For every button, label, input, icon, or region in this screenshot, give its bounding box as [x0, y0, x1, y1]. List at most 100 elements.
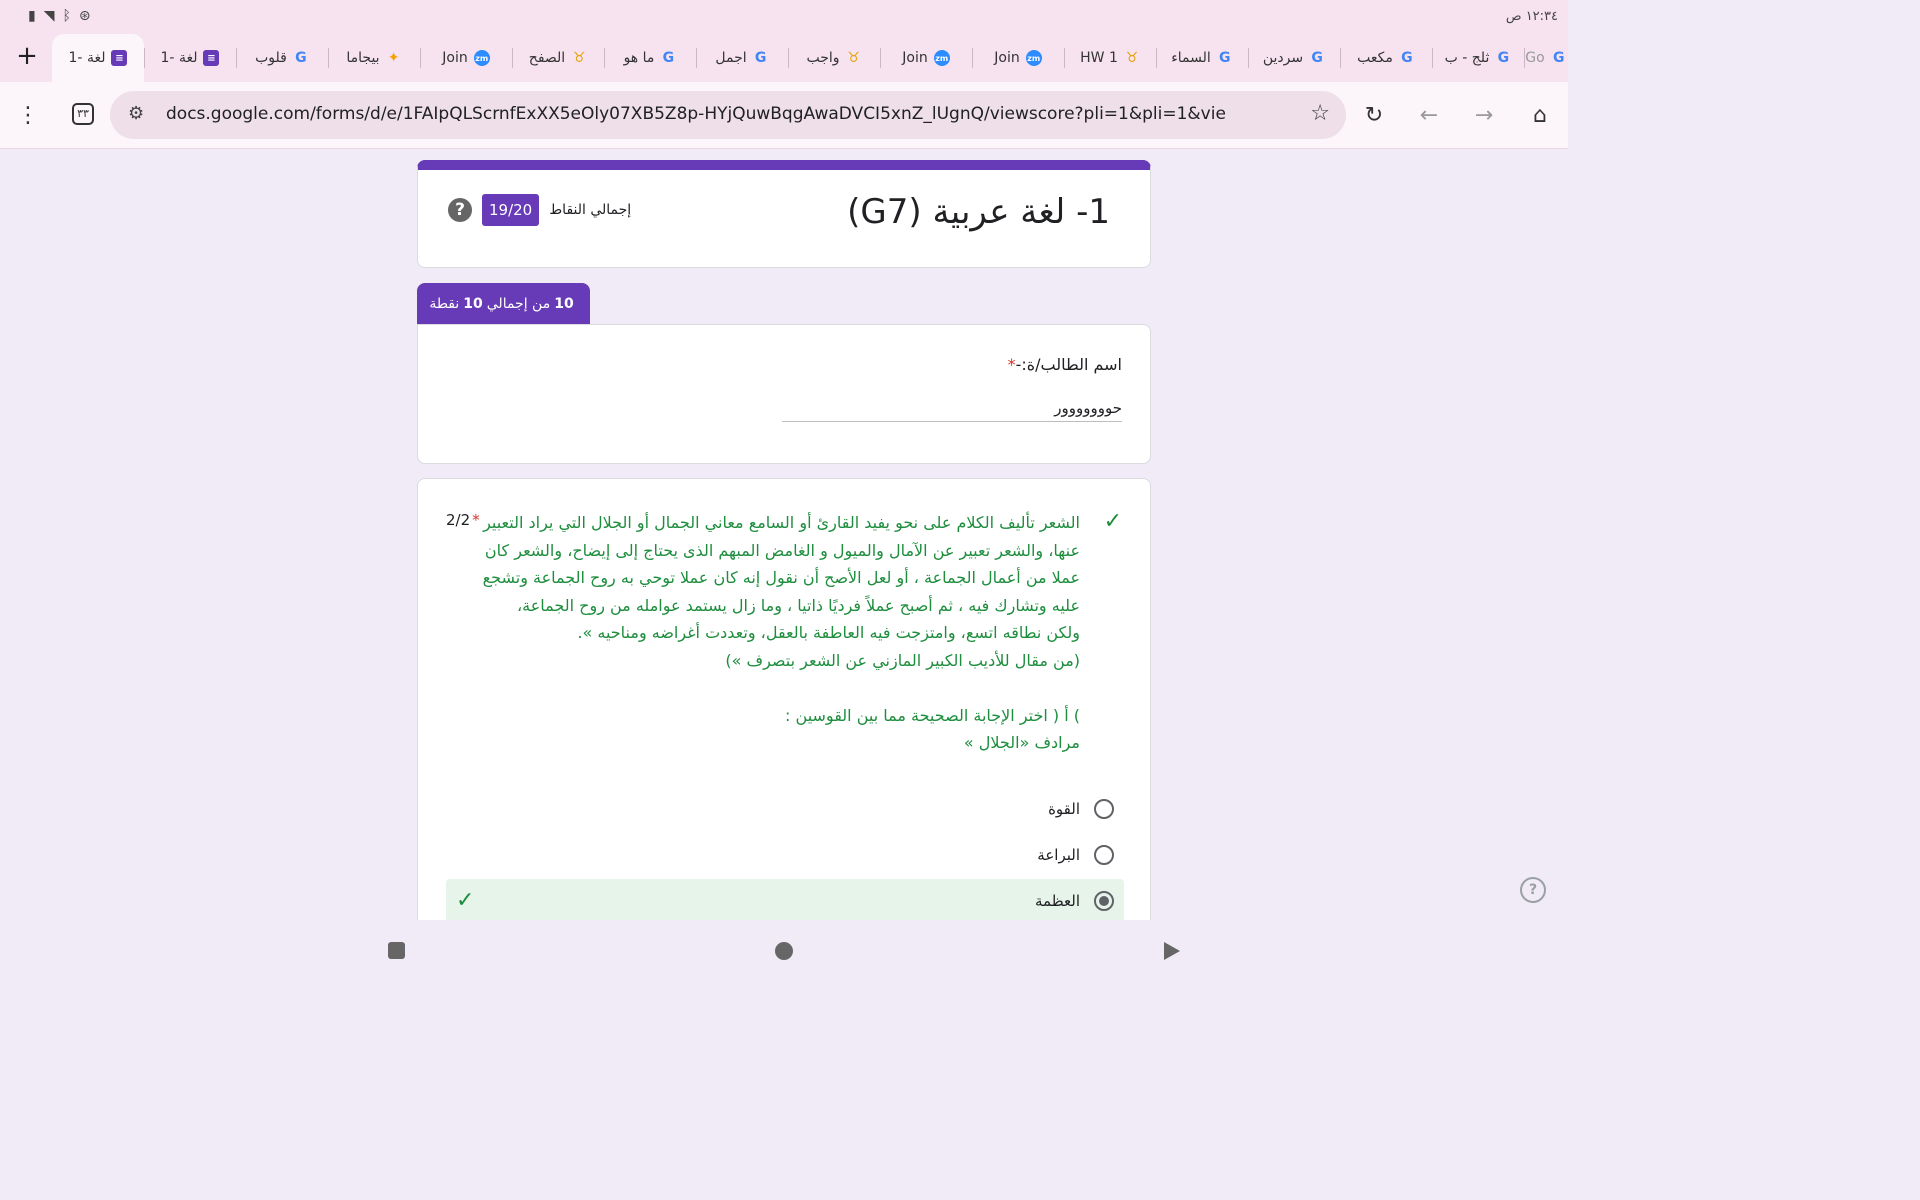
floating-help-icon[interactable]: ? [1520, 877, 1546, 903]
tab-label: مكعب [1357, 50, 1393, 66]
home-button[interactable] [775, 942, 793, 960]
score-badge: 19/20 [482, 194, 540, 226]
google-favicon-icon: G [1552, 50, 1565, 66]
status-bar: ▮ ◥ ᛒ ⊛ ١٢:٣٤ ص [0, 0, 1568, 34]
radio-button-selected[interactable] [1094, 891, 1114, 911]
question-card: ✓ 2/2 * الشعر تأليف الكلام على نحو يفيد ا… [417, 478, 1151, 920]
section-points-total: 10 [463, 295, 483, 312]
tab-0[interactable]: Go G [1524, 34, 1568, 82]
tab-label: Join [902, 50, 928, 66]
radio-button[interactable] [1094, 845, 1114, 865]
site-settings-icon[interactable]: ⚙ [128, 103, 144, 124]
student-name-label-text: اسم الطالب/ة:- [1015, 355, 1122, 374]
tab-4[interactable]: السماء G [1156, 34, 1248, 82]
forms-favicon-icon: ≡ [111, 50, 128, 66]
forms-favicon-icon: ≡ [203, 50, 220, 66]
url-text[interactable]: docs.google.com/forms/d/e/1FAIpQLScrnfEx… [166, 104, 1226, 124]
tab-label: Join [994, 50, 1020, 66]
browser-toolbar: ⋮ ٣٣ ⚙ docs.google.com/forms/d/e/1FAIpQL… [0, 82, 1568, 149]
tab-label: ما هو [623, 50, 655, 66]
question-points: 2/2 * [446, 511, 480, 529]
tab-5[interactable]: HW 1 ♉ [1064, 34, 1156, 82]
tab-label: HW 1 [1080, 50, 1118, 66]
option-1[interactable]: القوة [446, 787, 1124, 831]
tab-strip: + Go G ثلج - ب G مكعب G سردين G السماء G HW 1 ♉ Join… [0, 34, 1568, 82]
tab-11[interactable]: الصفح ♉ [512, 34, 604, 82]
required-asterisk: * [1007, 355, 1016, 374]
tab-label: Go [1525, 50, 1545, 66]
tab-13[interactable]: بيجاما ✦ [328, 34, 420, 82]
tab-16[interactable]: 1- لغة ≡ [52, 34, 144, 82]
tab-label: قلوب [255, 50, 287, 66]
tab-label: 1- لغة [68, 50, 106, 66]
help-icon[interactable]: ? [448, 198, 472, 222]
reload-icon[interactable]: ↻ [1360, 101, 1388, 129]
tab-label: 1- لغة [160, 50, 198, 66]
status-icons: ▮ ◥ ᛒ ⊛ [28, 8, 91, 24]
tabs-list: Go G ثلج - ب G مكعب G سردين G السماء G HW 1 ♉ Join zm… [50, 34, 1568, 82]
address-bar[interactable]: ⚙ docs.google.com/forms/d/e/1FAIpQLScrnf… [110, 91, 1346, 139]
zoom-favicon-icon: zm [933, 50, 950, 66]
google-favicon-icon: G [1219, 50, 1231, 66]
sync-icon: ⊛ [78, 8, 91, 24]
zoom-favicon-icon: zm [1025, 50, 1042, 66]
award-favicon-icon: ♉ [847, 50, 860, 66]
new-tab-button[interactable]: + [14, 43, 40, 70]
student-name-answer: حووووووور [782, 399, 1122, 422]
menu-icon[interactable]: ⋮ [14, 101, 42, 129]
bookmark-star-icon[interactable]: ☆ [1310, 101, 1330, 126]
tab-14[interactable]: قلوب G [236, 34, 328, 82]
tab-switcher-button[interactable]: ٣٣ [72, 103, 94, 125]
tab-label: ثلج - ب [1444, 50, 1490, 66]
score-label: إجمالي النقاط [549, 202, 632, 218]
recents-button[interactable] [388, 942, 405, 959]
tab-12[interactable]: Join zm [420, 34, 512, 82]
correct-check-icon: ✓ [456, 888, 475, 913]
option-label: العظمة [1035, 892, 1080, 910]
tab-3[interactable]: سردين G [1248, 34, 1340, 82]
forward-icon[interactable]: → [1470, 101, 1498, 129]
tab-label: الصفح [528, 50, 566, 66]
tab-label: اجمل [715, 50, 747, 66]
back-button[interactable] [1164, 942, 1180, 960]
tab-8[interactable]: واجب ♉ [788, 34, 880, 82]
status-time: ١٢:٣٤ ص [1505, 9, 1558, 24]
radio-button[interactable] [1094, 799, 1114, 819]
bluetooth-icon: ᛒ [62, 8, 71, 24]
tab-7[interactable]: Join zm [880, 34, 972, 82]
award-favicon-icon: ♉ [1125, 50, 1139, 66]
google-favicon-icon: G [295, 50, 307, 66]
question-text: الشعر تأليف الكلام على نحو يفيد القارئ أ… [482, 513, 1080, 752]
tab-1[interactable]: ثلج - ب G [1432, 34, 1524, 82]
tab-15[interactable]: 1- لغة ≡ [144, 34, 236, 82]
award-favicon-icon: ♉ [572, 50, 586, 66]
student-name-card: اسم الطالب/ة:-* حووووووور [417, 324, 1151, 464]
back-icon[interactable]: ← [1415, 101, 1443, 129]
tab-label: السماء [1171, 50, 1211, 66]
student-name-label: اسم الطالب/ة:-* [1002, 355, 1122, 374]
option-2[interactable]: البراعة [446, 833, 1124, 877]
zoom-favicon-icon: zm [473, 50, 490, 66]
option-label: القوة [1048, 800, 1080, 818]
form-title-card: 1- لغة عربية (G7) ? 19/20 إجمالي النقاط [417, 160, 1151, 268]
home-icon[interactable]: ⌂ [1526, 101, 1554, 129]
section-points-unit: نقطة [429, 295, 460, 312]
google-favicon-icon: G [754, 50, 767, 66]
battery-icon: ▮ [28, 8, 36, 24]
page-content: 1- لغة عربية (G7) ? 19/20 إجمالي النقاط … [0, 148, 1568, 920]
tab-label: بيجاما [346, 50, 380, 66]
correct-check-icon: ✓ [1103, 509, 1122, 534]
google-favicon-icon: G [1401, 50, 1413, 66]
required-asterisk: * [472, 511, 480, 529]
section-points-earned: 10 [554, 295, 574, 312]
tab-2[interactable]: مكعب G [1340, 34, 1432, 82]
option-3-correct[interactable]: العظمة ✓ [446, 879, 1124, 920]
tab-9[interactable]: اجمل G [696, 34, 788, 82]
tab-10[interactable]: ما هو G [604, 34, 696, 82]
form-title: 1- لغة عربية (G7) [847, 192, 1110, 232]
section-points-header: 10 من إجمالي 10 نقطة [417, 283, 590, 324]
score-summary: ? 19/20 إجمالي النقاط [448, 194, 631, 226]
tab-6[interactable]: Join zm [972, 34, 1064, 82]
tab-label: سردين [1262, 50, 1304, 66]
tab-label: Join [442, 50, 468, 66]
